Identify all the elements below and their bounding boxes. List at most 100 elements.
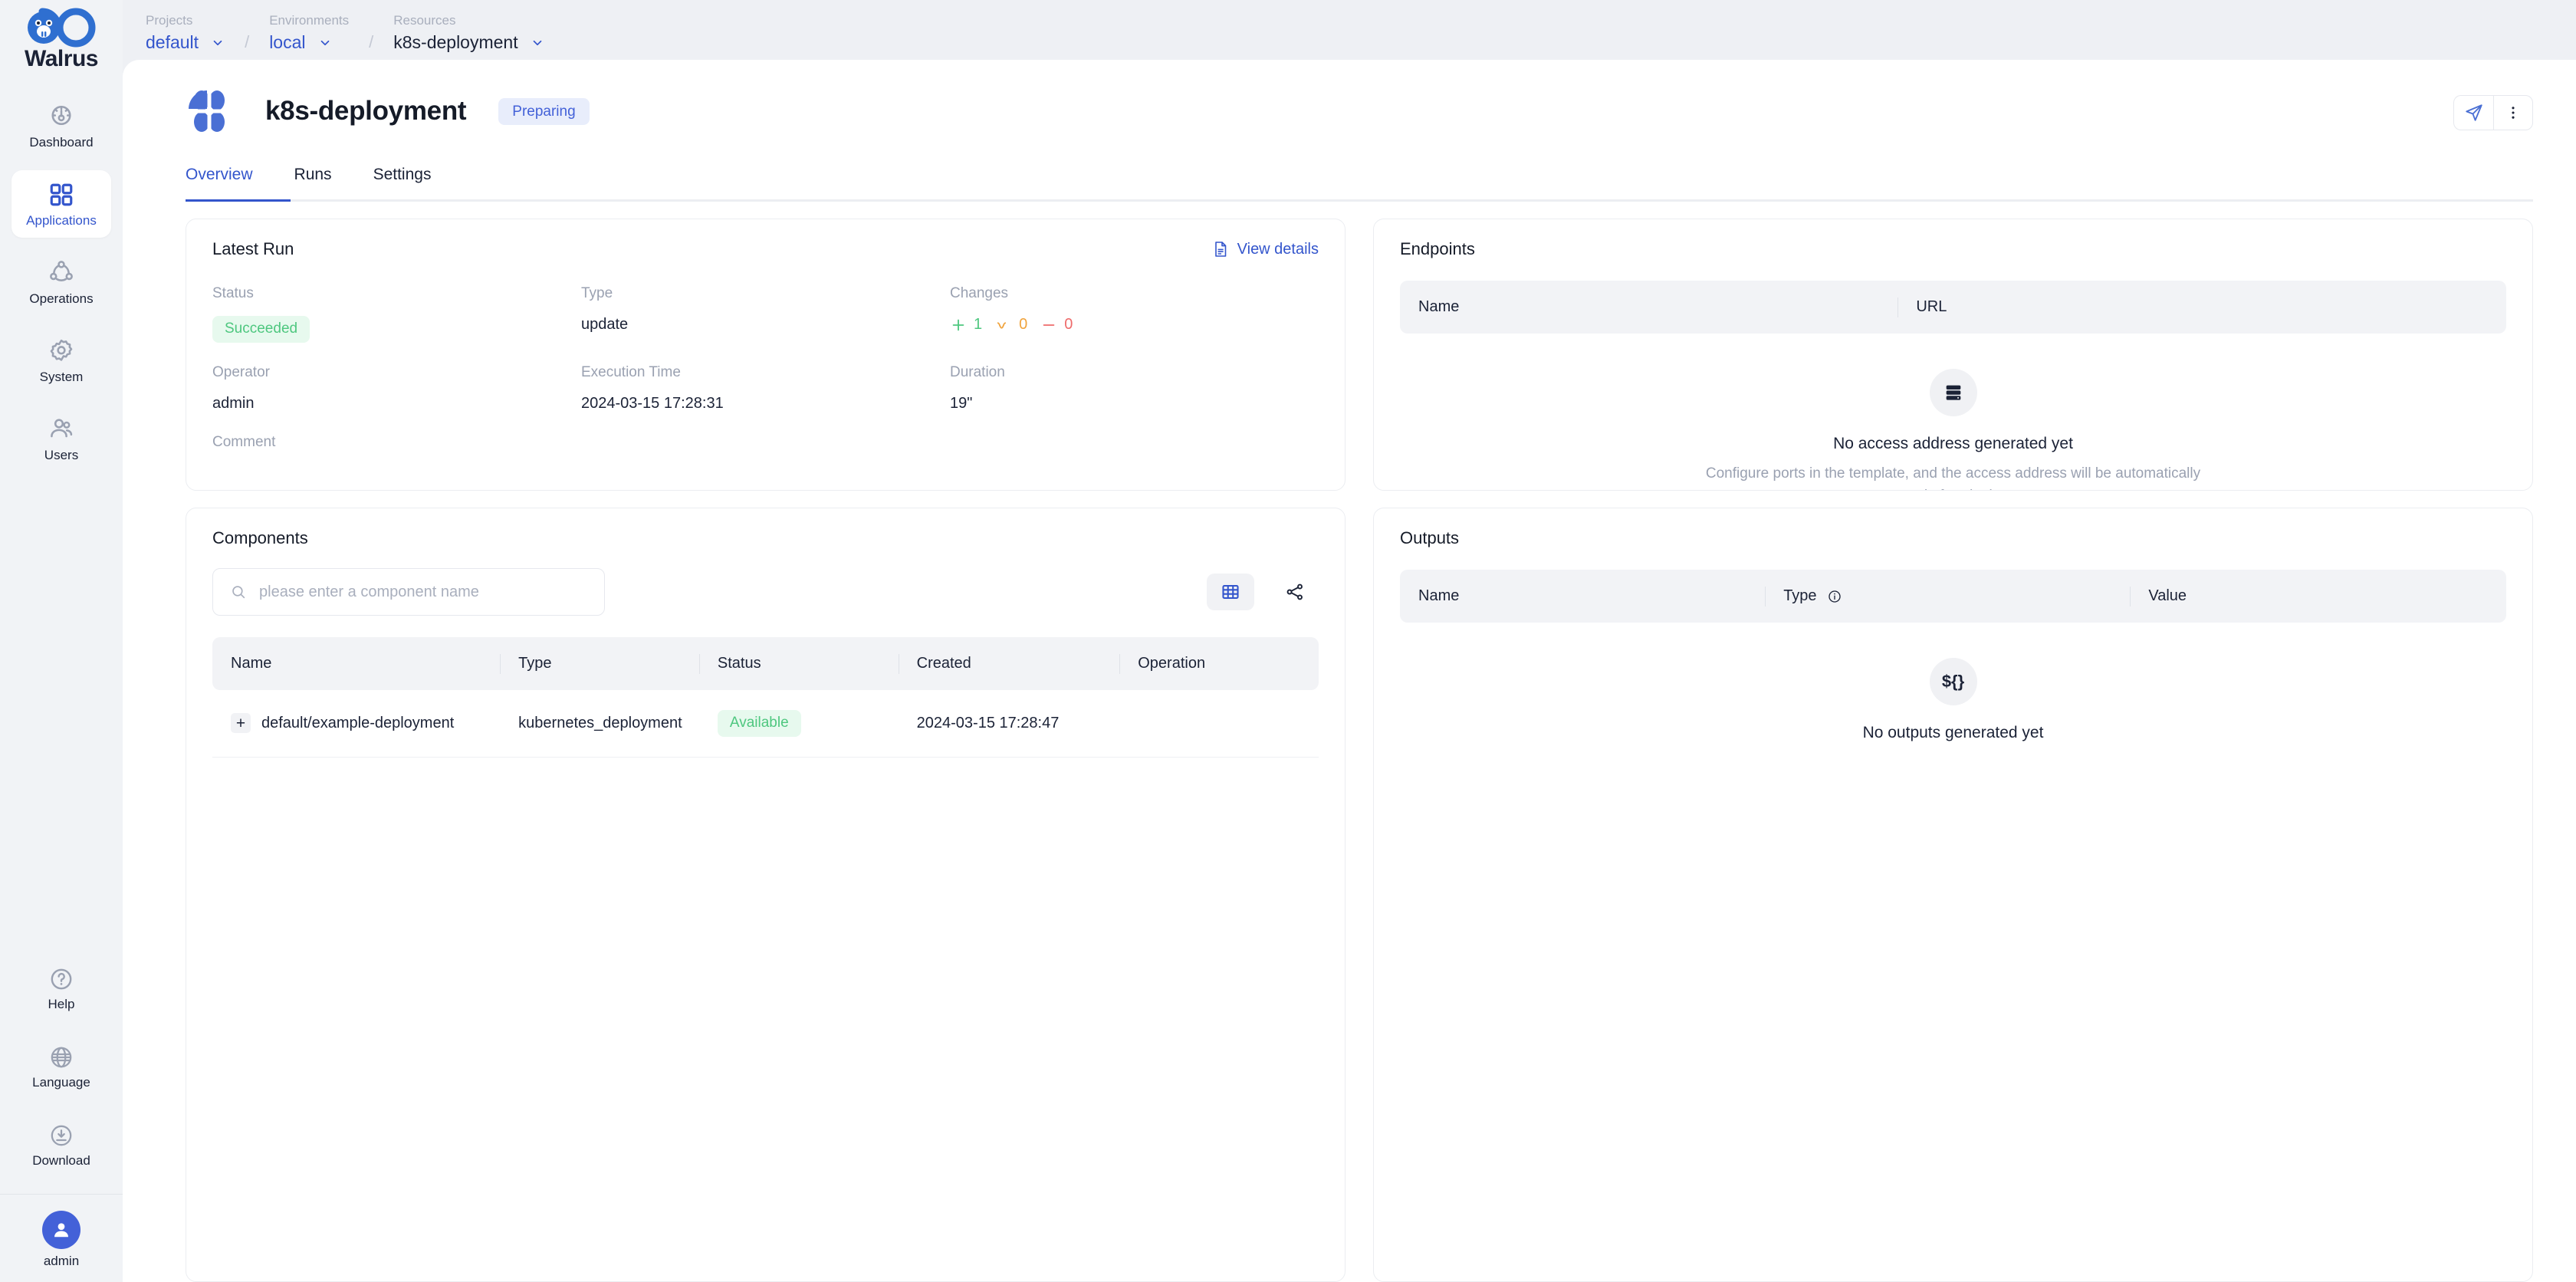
- tab-overview[interactable]: Overview: [186, 158, 253, 199]
- tab-settings[interactable]: Settings: [373, 158, 432, 199]
- column-header-created: Created: [898, 637, 1120, 690]
- expand-row-button[interactable]: +: [231, 713, 251, 734]
- cell-operation: [1119, 690, 1319, 758]
- column-header-type: Type: [1765, 570, 2131, 623]
- sidebar-item-users[interactable]: Users: [12, 405, 111, 472]
- field-label: Comment: [212, 433, 276, 450]
- gauge-icon: [51, 105, 71, 126]
- components-card: Components please enter a component name…: [186, 508, 1346, 1282]
- tabs-container: Overview Runs Settings: [123, 158, 2576, 202]
- walrus-logo-icon: [28, 8, 96, 48]
- wave-icon: [997, 321, 1007, 329]
- environment-selector-value[interactable]: local: [269, 32, 305, 54]
- sidebar-item-applications[interactable]: Applications: [12, 170, 111, 238]
- empty-icon-wrap: ${}: [1929, 658, 1977, 705]
- column-header-operation: Operation: [1119, 637, 1319, 690]
- sidebar-item-language[interactable]: Language: [12, 1033, 111, 1100]
- field-label: Type: [581, 285, 613, 301]
- breadcrumb-label: Projects: [146, 13, 193, 28]
- endpoints-title: Endpoints: [1400, 239, 1475, 258]
- field-operator: Operator admin: [212, 364, 581, 413]
- more-vertical-icon: [2512, 107, 2515, 119]
- search-icon: [232, 586, 245, 599]
- components-title: Components: [212, 528, 308, 547]
- tab-active-indicator: [186, 199, 291, 202]
- cell-created: 2024-03-15 17:28:47: [898, 690, 1120, 758]
- more-menu-button[interactable]: [2493, 95, 2533, 130]
- sidebar-item-label: Help: [48, 997, 75, 1011]
- run-status-badge: Succeeded: [212, 316, 310, 343]
- app-logo[interactable]: Walrus: [21, 0, 101, 92]
- sidebar-item-label: Users: [44, 448, 79, 462]
- breadcrumb-projects: Projects default: [146, 12, 225, 54]
- changes-summary: 1 0 0: [950, 316, 1319, 334]
- breadcrumb-separator: /: [245, 32, 250, 51]
- sidebar-item-label: Dashboard: [29, 135, 94, 150]
- changes-deleted-count: 0: [1064, 316, 1073, 333]
- sidebar-item-download[interactable]: Download: [12, 1111, 111, 1178]
- view-details-link[interactable]: View details: [1211, 240, 1319, 258]
- chevron-down-icon[interactable]: [318, 36, 332, 50]
- field-duration: Duration 19": [950, 364, 1319, 413]
- latest-run-card: Latest Run View details Status Succeeded: [186, 219, 1346, 491]
- changes-modified-count: 0: [1019, 316, 1028, 333]
- variable-icon: ${}: [1941, 672, 1965, 691]
- resource-selector-value[interactable]: k8s-deployment: [393, 32, 518, 54]
- column-header-type-label: Type: [1783, 587, 1817, 604]
- chevron-down-icon[interactable]: [211, 36, 225, 50]
- tabs-underline: [186, 199, 2533, 202]
- column-header-status: Status: [698, 637, 899, 690]
- empty-title: No access address generated yet: [1833, 435, 2073, 452]
- endpoints-card: Endpoints Name URL No access address gen…: [1373, 219, 2533, 491]
- outputs-title: Outputs: [1400, 528, 1460, 547]
- sidebar-item-operations[interactable]: Operations: [12, 248, 111, 316]
- component-status-badge: Available: [717, 710, 801, 737]
- share-nodes-icon: [50, 261, 73, 281]
- cell-type: kubernetes_deployment: [500, 690, 699, 758]
- sidebar-item-label: Download: [32, 1153, 90, 1168]
- sidebar-item-user[interactable]: admin: [12, 1205, 111, 1273]
- tab-runs[interactable]: Runs: [294, 158, 332, 199]
- components-toolbar: [212, 568, 1319, 616]
- endpoints-table: Name URL: [1400, 281, 2506, 334]
- graph-icon: [1286, 583, 1303, 600]
- avatar-icon: [54, 1223, 68, 1238]
- sidebar-bottom-group: Help Language Download admin: [0, 955, 123, 1282]
- table-row[interactable]: + default/example-deployment kubernetes_…: [212, 690, 1319, 758]
- field-comment: Comment: [212, 434, 581, 465]
- component-search[interactable]: [212, 568, 605, 616]
- endpoints-empty-state: No access address generated yet Configur…: [1400, 369, 2506, 490]
- sidebar-item-dashboard[interactable]: Dashboard: [12, 92, 111, 159]
- sidebar-item-label: Language: [32, 1075, 90, 1090]
- info-icon[interactable]: [1827, 589, 1842, 604]
- outputs-table: Name Type Value: [1400, 570, 2506, 623]
- outputs-empty-state: ${} No outputs generated yet: [1400, 658, 2506, 742]
- sidebar-item-help[interactable]: Help: [12, 955, 111, 1022]
- chevron-down-icon[interactable]: [531, 36, 544, 50]
- sidebar-item-label: admin: [43, 1254, 80, 1268]
- table-view-button[interactable]: [1207, 574, 1254, 610]
- field-value: 19": [950, 394, 973, 412]
- graph-view-button[interactable]: [1271, 574, 1319, 610]
- breadcrumb-separator: /: [369, 32, 374, 51]
- empty-icon-wrap: [1929, 369, 1977, 416]
- brand-name: Walrus: [25, 46, 98, 71]
- latest-run-title: Latest Run: [212, 239, 294, 258]
- main-area: Projects default / Environments local / …: [123, 0, 2576, 1282]
- sidebar-item-system[interactable]: System: [12, 327, 111, 394]
- breadcrumb-resources: Resources k8s-deployment: [393, 12, 544, 54]
- question-circle-icon: [51, 968, 72, 990]
- search-input[interactable]: [259, 583, 587, 601]
- send-icon: [2465, 104, 2482, 121]
- deploy-button[interactable]: [2453, 95, 2493, 130]
- status-badge: Preparing: [498, 97, 590, 125]
- field-type: Type update: [581, 285, 950, 343]
- plus-icon: [952, 319, 964, 330]
- content-grid: Latest Run View details Status Succeeded: [123, 202, 2576, 1282]
- table-header-row: Name URL: [1400, 281, 2506, 334]
- field-execution-time: Execution Time 2024-03-15 17:28:31: [581, 364, 950, 413]
- field-label: Duration: [950, 363, 1005, 380]
- project-selector-value[interactable]: default: [146, 32, 199, 54]
- server-stack-icon: [1946, 385, 1960, 400]
- column-header-type: Type: [500, 637, 699, 690]
